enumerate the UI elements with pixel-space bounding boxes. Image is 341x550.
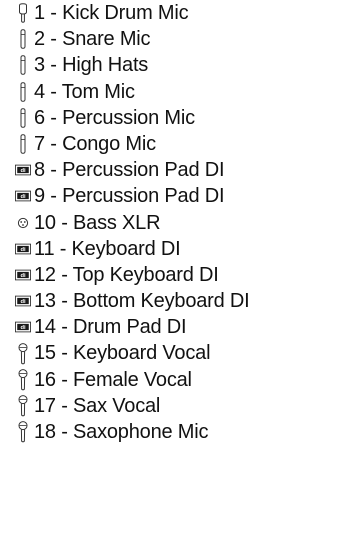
di-box-icon: di (15, 262, 31, 288)
channel-row: 4 - Tom Mic (0, 79, 341, 105)
channel-row: di 14 - Drum Pad DI (0, 314, 341, 340)
channel-label: 16 - Female Vocal (34, 368, 192, 391)
dynamic-mic-icon (15, 0, 31, 26)
svg-text:di: di (20, 247, 26, 253)
pencil-mic-icon (15, 79, 31, 105)
di-box-icon: di (15, 314, 31, 340)
channel-list: 1 - Kick Drum Mic 2 - Snare Mic 3 - High… (0, 0, 341, 445)
svg-text:di: di (20, 273, 26, 279)
channel-label: 13 - Bottom Keyboard DI (34, 290, 250, 313)
svg-text:di: di (20, 325, 26, 331)
svg-text:di: di (20, 299, 26, 305)
channel-row: di 8 - Percussion Pad DI (0, 157, 341, 183)
channel-row: di 11 - Keyboard DI (0, 236, 341, 262)
pencil-mic-icon (15, 52, 31, 78)
channel-row: 3 - High Hats (0, 52, 341, 78)
vocal-mic-icon (15, 393, 31, 419)
channel-label: 14 - Drum Pad DI (34, 316, 187, 339)
channel-row: 17 - Sax Vocal (0, 393, 341, 419)
vocal-mic-icon (15, 367, 31, 393)
vocal-mic-icon (15, 419, 31, 445)
channel-label: 15 - Keyboard Vocal (34, 342, 211, 365)
di-box-icon: di (15, 183, 31, 209)
channel-row: 16 - Female Vocal (0, 367, 341, 393)
channel-row: di 12 - Top Keyboard DI (0, 262, 341, 288)
channel-row: di 13 - Bottom Keyboard DI (0, 288, 341, 314)
channel-label: 9 - Percussion Pad DI (34, 185, 225, 208)
channel-label: 17 - Sax Vocal (34, 394, 161, 417)
di-box-icon: di (15, 236, 31, 262)
channel-row: di 9 - Percussion Pad DI (0, 183, 341, 209)
channel-row: 6 - Percussion Mic (0, 105, 341, 131)
channel-row: 10 - Bass XLR (0, 210, 341, 236)
channel-row: 1 - Kick Drum Mic (0, 0, 341, 26)
channel-label: 6 - Percussion Mic (34, 106, 195, 129)
vocal-mic-icon (15, 340, 31, 366)
channel-row: 18 - Saxophone Mic (0, 419, 341, 445)
svg-text:di: di (20, 194, 26, 200)
svg-text:di: di (20, 168, 26, 174)
pencil-mic-icon (15, 26, 31, 52)
pencil-mic-icon (15, 105, 31, 131)
xlr-connector-icon (15, 210, 31, 236)
di-box-icon: di (15, 288, 31, 314)
channel-row: 2 - Snare Mic (0, 26, 341, 52)
channel-label: 8 - Percussion Pad DI (34, 159, 225, 182)
channel-label: 18 - Saxophone Mic (34, 421, 209, 443)
channel-label: 1 - Kick Drum Mic (34, 2, 189, 24)
channel-label: 3 - High Hats (34, 54, 149, 77)
pencil-mic-icon (15, 131, 31, 157)
channel-row: 15 - Keyboard Vocal (0, 340, 341, 366)
channel-label: 7 - Congo Mic (34, 132, 156, 155)
channel-row: 7 - Congo Mic (0, 131, 341, 157)
channel-label: 11 - Keyboard DI (34, 237, 181, 260)
di-box-icon: di (15, 157, 31, 183)
channel-label: 12 - Top Keyboard DI (34, 263, 219, 286)
channel-label: 10 - Bass XLR (34, 211, 161, 234)
channel-label: 2 - Snare Mic (34, 28, 151, 51)
channel-label: 4 - Tom Mic (34, 80, 135, 103)
